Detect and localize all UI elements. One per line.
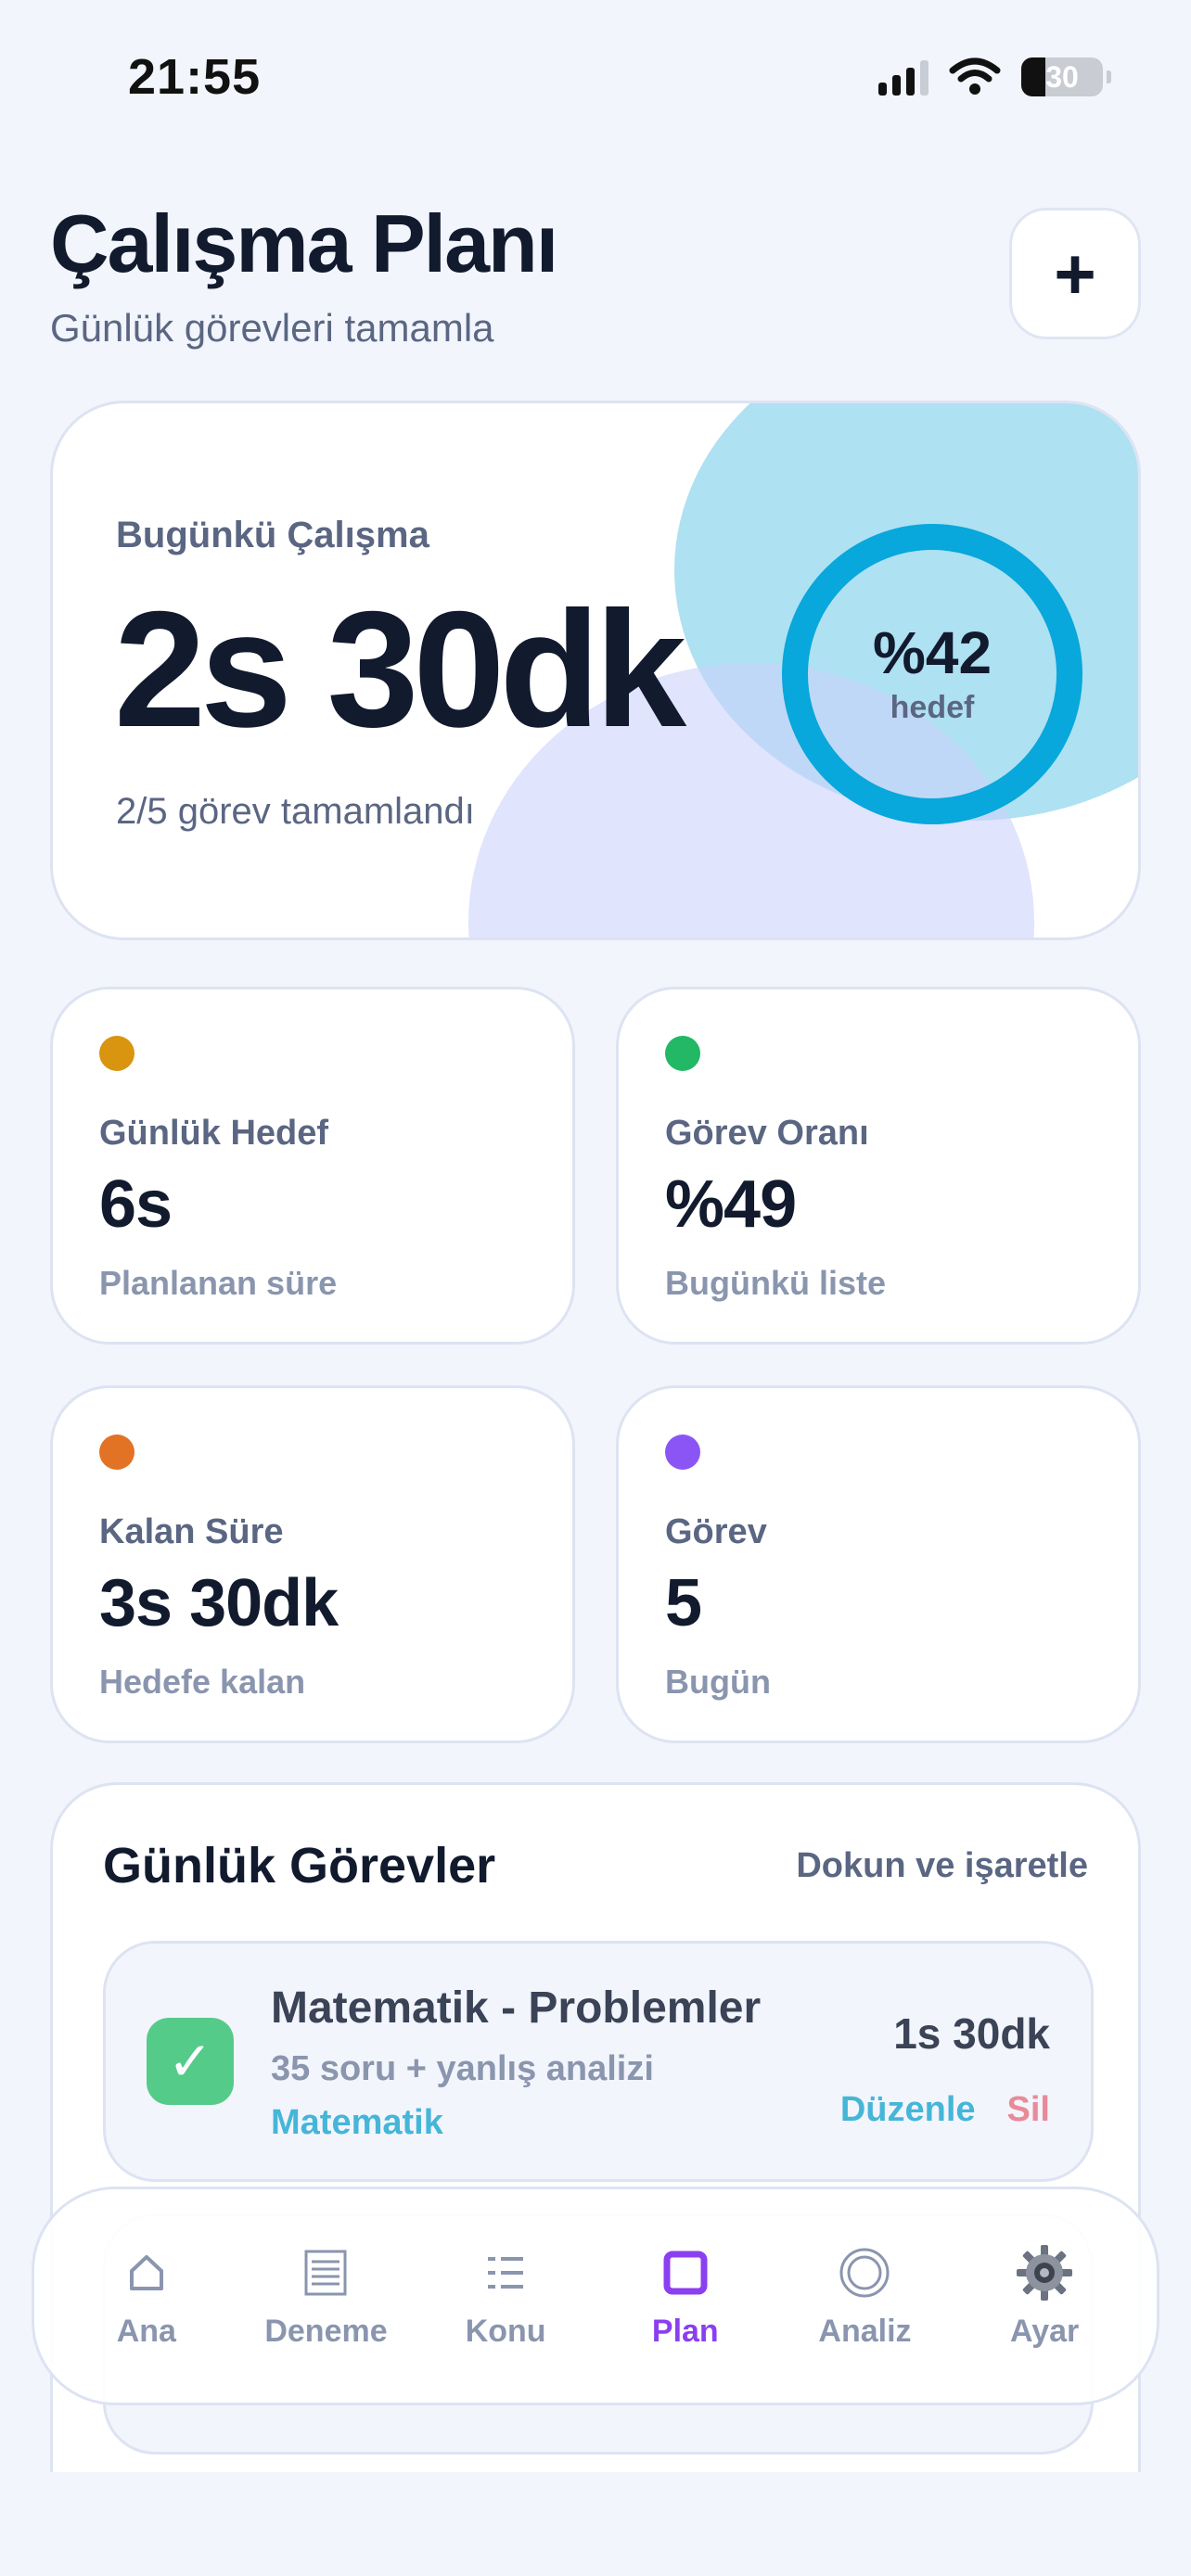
stat-value: 3s 30dk [99, 1566, 339, 1640]
status-dot [99, 1435, 134, 1470]
status-bar: 21:55 30 [0, 0, 1191, 139]
wifi-icon [949, 57, 1001, 95]
today-study-value: 2s 30dk [114, 577, 686, 761]
task-description: 35 soru + yanlış analizi [271, 2049, 654, 2088]
tab-label: Deneme [264, 2313, 388, 2349]
bottom-tab-bar: Ana Deneme Konu Plan Analiz Ayar [32, 2187, 1159, 2405]
task-subject: Matematik [271, 2103, 443, 2142]
page-title: Çalışma Planı [50, 198, 558, 289]
goal-percent: %42 [872, 618, 992, 686]
task-item[interactable]: ✓ Matematik - Problemler 35 soru + yanlı… [103, 1941, 1094, 2182]
task-title: Matematik - Problemler [271, 1983, 762, 2033]
plus-icon: + [1054, 232, 1096, 314]
stat-card-task-rate: Görev Oranı %49 Bugünkü liste [616, 987, 1141, 1345]
bottom-background [0, 2472, 1191, 2576]
status-dot [665, 1435, 700, 1470]
stat-label: Kalan Süre [99, 1512, 284, 1551]
status-indicators: 30 [878, 57, 1111, 96]
battery-icon: 30 [1021, 57, 1103, 96]
cellular-signal-icon [878, 58, 928, 96]
stat-value: 5 [665, 1566, 702, 1640]
today-study-label: Bugünkü Çalışma [116, 515, 429, 555]
square-icon [662, 2243, 709, 2302]
stat-label: Görev Oranı [665, 1114, 869, 1153]
tab-ayar[interactable]: Ayar [961, 2243, 1128, 2350]
stat-label: Görev [665, 1512, 767, 1551]
section-hint: Dokun ve işaretle [796, 1846, 1088, 1885]
battery-tip [1107, 70, 1111, 83]
tab-analiz[interactable]: Analiz [781, 2243, 948, 2350]
status-dot [665, 1036, 700, 1071]
document-icon [303, 2243, 348, 2302]
page-subtitle: Günlük görevleri tamamla [50, 306, 494, 350]
stat-caption: Bugünkü liste [665, 1264, 887, 1302]
list-icon [486, 2243, 525, 2302]
stat-label: Günlük Hedef [99, 1114, 329, 1153]
tab-konu[interactable]: Konu [422, 2243, 589, 2350]
edit-task-button[interactable]: Düzenle [840, 2090, 976, 2130]
checkmark-icon: ✓ [167, 2032, 213, 2092]
gear-icon [1014, 2243, 1075, 2302]
stat-card-task-count: Görev 5 Bugün [616, 1385, 1141, 1743]
delete-task-button[interactable]: Sil [1007, 2090, 1050, 2130]
today-study-card: Bugünkü Çalışma 2s 30dk 2/5 görev tamaml… [50, 401, 1141, 940]
tab-label: Plan [651, 2313, 719, 2349]
stat-value: 6s [99, 1167, 173, 1242]
stat-caption: Planlanan süre [99, 1264, 338, 1302]
task-checkbox[interactable]: ✓ [147, 2018, 234, 2105]
tab-label: Konu [465, 2313, 546, 2349]
target-icon [839, 2243, 890, 2302]
status-dot [99, 1036, 134, 1071]
tab-label: Ana [116, 2313, 176, 2349]
tab-deneme[interactable]: Deneme [242, 2243, 409, 2350]
stat-card-daily-goal: Günlük Hedef 6s Planlanan süre [50, 987, 575, 1345]
daily-tasks-card: Günlük Görevler Dokun ve işaretle ✓ Mate… [50, 1782, 1141, 2543]
tab-ana[interactable]: Ana [63, 2243, 230, 2350]
tasks-completed-summary: 2/5 görev tamamlandı [116, 791, 475, 832]
tab-label: Analiz [818, 2313, 912, 2349]
goal-progress-ring: %42 hedef [782, 524, 1082, 824]
task-duration: 1s 30dk [893, 2009, 1050, 2058]
task-actions: Düzenle Sil [840, 2090, 1050, 2130]
stat-card-remaining-time: Kalan Süre 3s 30dk Hedefe kalan [50, 1385, 575, 1743]
status-time: 21:55 [128, 49, 262, 105]
add-plan-button[interactable]: + [1009, 208, 1141, 339]
section-title: Günlük Görevler [103, 1838, 496, 1894]
tab-plan[interactable]: Plan [602, 2243, 769, 2350]
stat-value: %49 [665, 1167, 797, 1242]
tab-label: Ayar [1009, 2313, 1080, 2349]
stat-caption: Hedefe kalan [99, 1663, 306, 1701]
goal-label: hedef [890, 689, 975, 725]
stat-caption: Bugün [665, 1663, 771, 1701]
home-icon [128, 2243, 165, 2302]
battery-level: 30 [1045, 59, 1079, 94]
